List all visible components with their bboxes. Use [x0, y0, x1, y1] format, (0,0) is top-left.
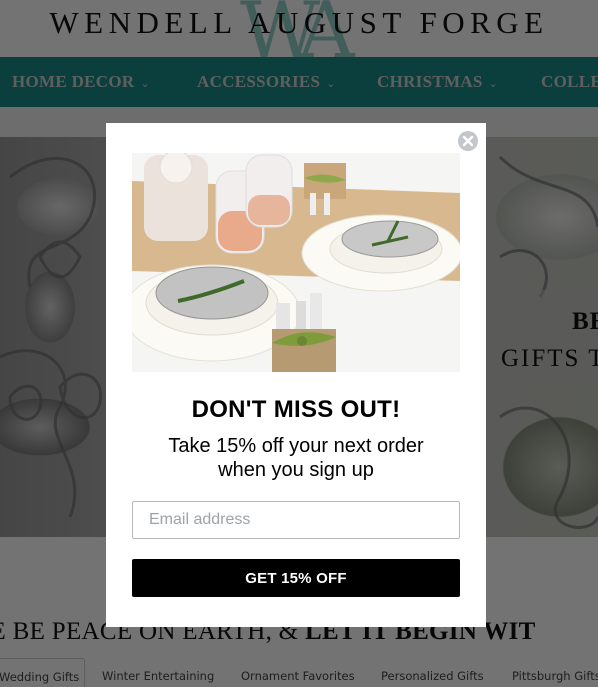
get-discount-button[interactable]: GET 15% OFF [132, 559, 460, 597]
table-setting-illustration [132, 153, 460, 372]
modal-subtitle-line2: when you sign up [218, 459, 374, 481]
modal-title: DON'T MISS OUT! [191, 396, 401, 423]
modal-subtitle: Take 15% off your next order when you si… [106, 434, 486, 482]
close-button[interactable] [458, 131, 478, 151]
email-input[interactable] [132, 501, 460, 539]
promo-image [132, 153, 460, 372]
signup-modal: DON'T MISS OUT! Take 15% off your next o… [106, 123, 486, 627]
close-icon [462, 135, 474, 147]
modal-subtitle-line1: Take 15% off your next order [168, 435, 424, 457]
